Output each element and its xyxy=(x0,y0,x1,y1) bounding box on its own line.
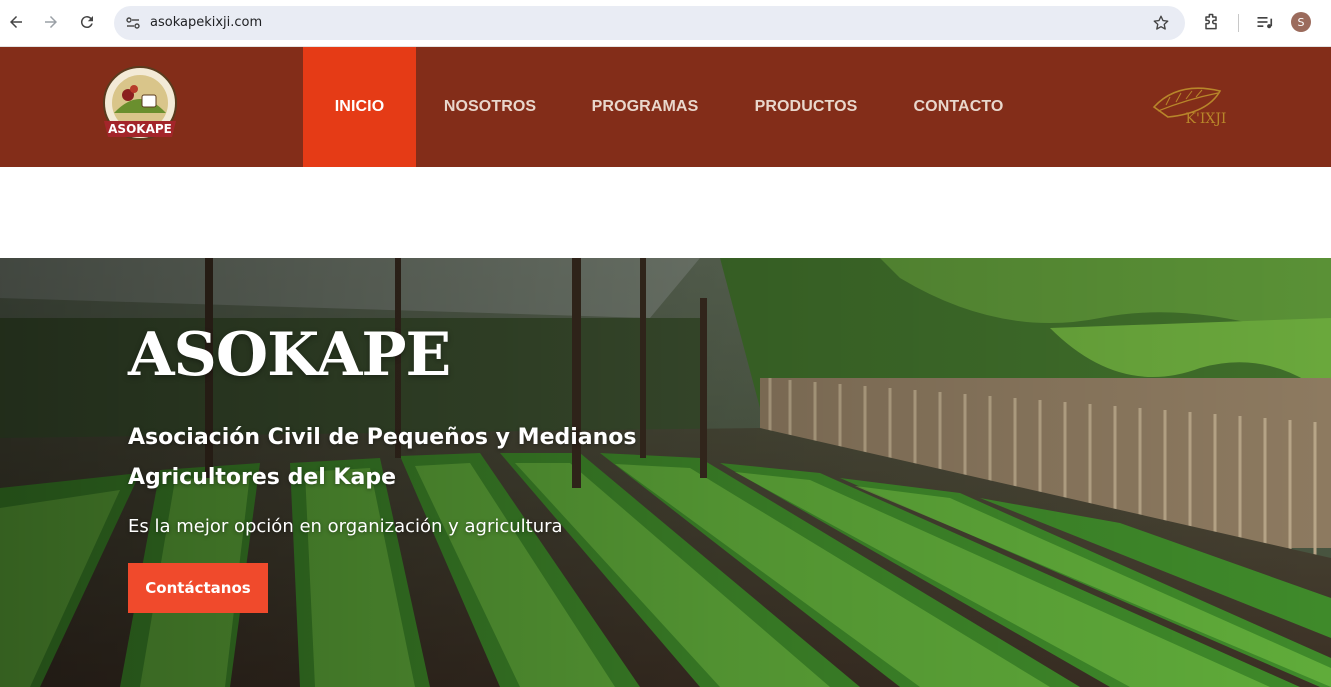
asokape-logo[interactable]: ASOKAPE xyxy=(96,65,184,149)
profile-avatar[interactable]: S xyxy=(1291,12,1311,32)
hero-description: Es la mejor opción en organización y agr… xyxy=(128,516,563,537)
site-info-icon[interactable] xyxy=(122,12,144,34)
site-header: ASOKAPE INICIO NOSOTROS PROGRAMAS PRODUC… xyxy=(0,47,1331,167)
logo-text: ASOKAPE xyxy=(108,122,172,136)
brand-mark-text: K'IXJI xyxy=(1186,111,1227,127)
reload-button[interactable] xyxy=(73,8,101,36)
browser-toolbar: asokapekixji.com S xyxy=(0,0,1331,47)
nav-item-nosotros[interactable]: NOSOTROS xyxy=(416,47,564,167)
logo-emblem-icon: ASOKAPE xyxy=(103,66,177,140)
contact-cta-button[interactable]: Contáctanos xyxy=(128,563,268,613)
address-bar[interactable]: asokapekixji.com xyxy=(114,6,1185,40)
url-text[interactable]: asokapekixji.com xyxy=(150,15,262,30)
leaf-icon: K'IXJI xyxy=(1152,87,1227,127)
star-icon[interactable] xyxy=(1151,13,1171,33)
extensions-icon[interactable] xyxy=(1199,10,1223,34)
hero-section: ASOKAPE Asociación Civil de Pequeños y M… xyxy=(0,258,1331,687)
toolbar-divider xyxy=(1238,14,1239,32)
nav-item-inicio[interactable]: INICIO xyxy=(303,47,416,167)
kixji-brand-mark[interactable]: K'IXJI xyxy=(1148,77,1240,133)
forward-button[interactable] xyxy=(37,8,65,36)
main-nav: INICIO NOSOTROS PROGRAMAS PRODUCTOS CONT… xyxy=(303,47,1031,167)
hero-title: ASOKAPE xyxy=(128,320,451,390)
hero-subtitle: Asociación Civil de Pequeños y Medianos … xyxy=(128,425,637,490)
nav-item-productos[interactable]: PRODUCTOS xyxy=(726,47,886,167)
media-icon[interactable] xyxy=(1253,10,1277,34)
back-button[interactable] xyxy=(2,8,30,36)
back-icon xyxy=(10,16,22,28)
nav-item-programas[interactable]: PROGRAMAS xyxy=(564,47,726,167)
reload-icon xyxy=(80,16,93,29)
forward-icon xyxy=(45,16,57,28)
nav-item-contacto[interactable]: CONTACTO xyxy=(886,47,1031,167)
